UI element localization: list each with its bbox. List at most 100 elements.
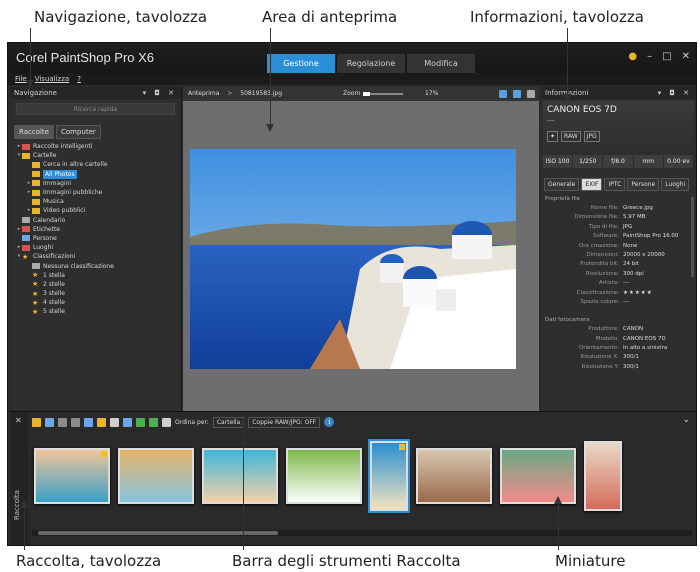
view-mode-icon[interactable] xyxy=(45,417,54,427)
property-value[interactable]: ★★★★★ xyxy=(623,289,653,298)
info-palette: Informazioni ▾ ◘ ✕ CANON EOS 7D --- ✦ RA… xyxy=(541,87,696,411)
people-icon[interactable] xyxy=(84,417,93,427)
close-icon[interactable]: ✕ xyxy=(15,416,22,425)
tree-item-label: Nessuna classificazione xyxy=(43,262,114,270)
scroll-thumb[interactable] xyxy=(38,531,278,535)
raw-jpg-pairs-dropdown[interactable]: Coppie RAW/JPG: OFF xyxy=(248,416,321,428)
single-view-icon[interactable] xyxy=(513,90,521,98)
people-icon xyxy=(22,235,30,242)
star-icon: ★ xyxy=(32,280,39,289)
tree-item[interactable]: ★ 2 stelle xyxy=(10,280,181,289)
thumbnail[interactable] xyxy=(584,441,622,511)
thumbnail[interactable] xyxy=(500,448,576,504)
tree-item[interactable]: ▸ Immagini xyxy=(10,179,181,188)
menu-help[interactable]: ? xyxy=(77,73,81,85)
tree-item-label: 2 stelle xyxy=(43,280,65,288)
tab-generale[interactable]: Generale xyxy=(544,178,580,191)
tree-item[interactable]: Persone xyxy=(10,234,181,243)
sort-label: Ordina per: xyxy=(175,418,209,426)
tab-iptc[interactable]: IPTC xyxy=(604,178,626,191)
folder-icon xyxy=(32,189,40,196)
folder-icon[interactable] xyxy=(97,417,106,427)
folder-icon xyxy=(22,152,30,159)
property-key: Tipo di file: xyxy=(588,223,619,230)
tree-item[interactable]: ▸ Video pubblici xyxy=(10,206,181,215)
tree-item[interactable]: Nessuna classificazione xyxy=(10,261,181,270)
tree-item[interactable]: ▸ Raccolte intelligenti xyxy=(10,142,181,151)
select-all-icon[interactable] xyxy=(32,417,41,427)
exposure-focal: mm xyxy=(634,155,664,168)
edit-icon[interactable] xyxy=(71,417,80,427)
web-icon[interactable] xyxy=(499,90,507,98)
tab-modifica[interactable]: Modifica xyxy=(407,54,475,73)
organizer-palette: ✕ Raccolta Ordina per: Cartella Coppie R… xyxy=(10,411,696,545)
property-key: Software: xyxy=(592,233,619,240)
thumbnail[interactable] xyxy=(368,439,410,513)
tree-item[interactable]: Cerca in altre cartelle xyxy=(10,160,181,169)
tree-item[interactable]: ★ 3 stelle xyxy=(10,289,181,298)
tab-gestione[interactable]: Gestione xyxy=(267,54,335,73)
info-scrollbar[interactable] xyxy=(691,197,694,277)
thumbnail[interactable] xyxy=(202,448,278,504)
collapse-chevron-icon[interactable]: ⌄ xyxy=(682,415,690,425)
user-icon[interactable]: ● xyxy=(628,51,637,62)
zoom-slider[interactable] xyxy=(363,92,403,96)
smart-collection-icon xyxy=(22,143,30,150)
tree-item[interactable]: ▸ Immagini pubbliche xyxy=(10,188,181,197)
rotate-right-icon[interactable] xyxy=(149,417,158,427)
zoom-slider-fill xyxy=(363,92,370,96)
tree-item[interactable]: ▾ ★ Classificazioni xyxy=(10,252,181,261)
tree-item[interactable]: All Photos xyxy=(10,169,181,179)
tree-item[interactable]: ▸ Etichette xyxy=(10,225,181,234)
pen-icon[interactable] xyxy=(58,417,67,427)
thumbnail[interactable] xyxy=(416,448,492,504)
no-rating-icon xyxy=(32,263,40,270)
quick-review-icon[interactable] xyxy=(162,417,171,427)
property-row: Orientamento: In alto a sinistra xyxy=(541,344,696,353)
tab-regolazione[interactable]: Regolazione xyxy=(337,54,405,73)
rating-badge-icon xyxy=(101,451,107,457)
grid-view-icon[interactable] xyxy=(527,90,535,98)
maximize-icon[interactable]: □ xyxy=(662,51,671,62)
info-icon[interactable]: i xyxy=(324,417,335,427)
thumbnail[interactable] xyxy=(286,448,362,504)
tree-item-label: Cerca in altre cartelle xyxy=(43,161,108,169)
tree-item[interactable]: ★ 4 stelle xyxy=(10,298,181,307)
folder-icon xyxy=(32,180,40,187)
tree-item[interactable]: Musica xyxy=(10,197,181,206)
minimize-icon[interactable]: – xyxy=(647,51,652,62)
quick-search-input[interactable]: Ricerca rapida xyxy=(16,103,175,115)
preview-image[interactable] xyxy=(190,149,516,373)
panel-controls-icon[interactable]: ▾ ◘ ✕ xyxy=(143,87,177,99)
organizer-toolbar: Ordina per: Cartella Coppie RAW/JPG: OFF… xyxy=(32,415,335,429)
property-row: Tipo di file: JPG xyxy=(541,223,696,232)
tree-item-label: Raccolte intelligenti xyxy=(33,143,93,151)
preview-filename: 50819583.jpg xyxy=(240,90,283,97)
menu-visualizza[interactable]: Visualizza xyxy=(35,73,69,85)
folder-search-icon xyxy=(32,161,40,168)
menu-file[interactable]: File xyxy=(15,73,27,85)
tab-luoghi[interactable]: Luoghi xyxy=(661,178,690,191)
rotate-left-icon[interactable] xyxy=(136,417,145,427)
tab-raccolte[interactable]: Raccolte xyxy=(14,125,54,139)
close-icon[interactable]: ✕ xyxy=(682,51,690,62)
thumbnail-scrollbar[interactable] xyxy=(32,530,692,536)
tree-item[interactable]: ▾ Cartelle xyxy=(10,151,181,160)
property-key: Nome file: xyxy=(590,205,619,211)
thumbnail[interactable] xyxy=(34,448,110,504)
tab-exif[interactable]: EXIF xyxy=(581,178,603,191)
panel-controls-icon[interactable]: ▾ ◘ ✕ xyxy=(658,87,692,99)
tree-item[interactable]: ▸ Luoghi xyxy=(10,243,181,252)
property-row: Risoluzione Y: 300/1 xyxy=(541,363,696,372)
tab-persone[interactable]: Persone xyxy=(627,178,660,191)
share-icon[interactable] xyxy=(110,417,119,427)
property-value: 24 bit xyxy=(623,261,639,268)
calendar-icon xyxy=(22,217,30,224)
property-row: Dimensioni: 20000 x 20000 xyxy=(541,251,696,260)
thumbnail[interactable] xyxy=(118,448,194,504)
tree-item[interactable]: ★ 5 stelle xyxy=(10,307,181,316)
export-icon[interactable] xyxy=(123,417,132,427)
tree-item[interactable]: Calendario xyxy=(10,216,181,225)
tree-item[interactable]: ★ 1 stella xyxy=(10,271,181,280)
tab-computer[interactable]: Computer xyxy=(55,125,101,139)
